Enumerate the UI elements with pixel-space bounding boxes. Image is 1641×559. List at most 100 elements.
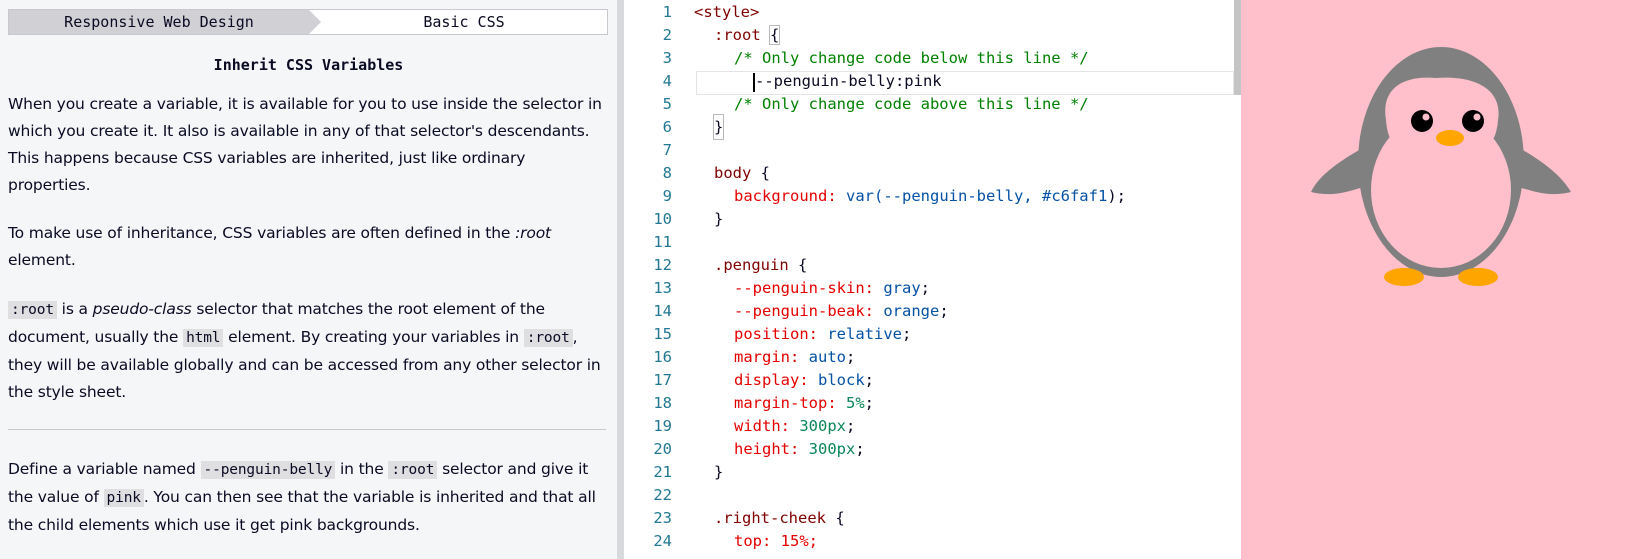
punctuation-token: ); — [1107, 187, 1126, 205]
value-token: relative — [827, 325, 902, 343]
punctuation-token: { — [788, 256, 808, 274]
selector-token: body — [714, 164, 752, 182]
value-token: var(--penguin-belly, — [846, 187, 1033, 205]
line-number: 5 — [662, 95, 672, 113]
preview-pane — [1241, 0, 1641, 559]
code-editor[interactable]: 1 <style> 2 :root { 3 /* Only change code b… — [624, 0, 1234, 559]
code-text: top: 15%; — [734, 532, 818, 550]
code-text: } — [714, 463, 724, 481]
inline-code: :root — [523, 329, 573, 347]
property-token: margin: — [734, 348, 800, 366]
value-token: gray — [883, 279, 921, 297]
code-text: position: relative; — [734, 325, 912, 343]
line-number: 23 — [653, 509, 672, 527]
line-number: 1 — [662, 3, 672, 21]
divider — [8, 429, 606, 430]
code-text: --penguin-skin: gray; — [734, 279, 930, 297]
line-number: 21 — [653, 463, 672, 481]
comment-token: /* Only change code below this line */ — [734, 49, 1089, 67]
line-number: 10 — [653, 210, 672, 228]
code-text: margin-top: 5%; — [734, 394, 875, 412]
line-number: 13 — [653, 279, 672, 297]
line-number: 3 — [662, 49, 672, 67]
code-text: <style> — [694, 3, 760, 21]
line-number: 16 — [653, 348, 672, 366]
emphasis-text: pseudo-class — [92, 300, 192, 318]
line-number: 7 — [662, 141, 672, 159]
line-number: 2 — [662, 26, 672, 44]
code-line: 22 — [624, 483, 1234, 507]
line-number: 20 — [653, 440, 672, 458]
paragraph-text: Define a variable named — [8, 460, 201, 478]
property-token: position: — [734, 325, 818, 343]
paragraph-text: To make use of inheritance, CSS variable… — [8, 224, 516, 242]
bracket-match: { — [768, 25, 781, 45]
line-number: 19 — [653, 417, 672, 435]
code-line: 15 position: relative; — [624, 322, 1234, 346]
value-token: block — [818, 371, 865, 389]
user-code-text[interactable]: --penguin-belly:pink — [755, 69, 942, 93]
code-text: --penguin-beak: orange; — [734, 302, 949, 320]
code-line: 18 margin-top: 5%; — [624, 391, 1234, 415]
line-number: 9 — [662, 187, 672, 205]
line-number: 22 — [653, 486, 672, 504]
value-token: auto — [808, 348, 846, 366]
inline-code: :root — [8, 301, 57, 319]
breadcrumb-module-label: Basic CSS — [423, 13, 505, 31]
pane-resize-handle[interactable] — [617, 0, 624, 559]
code-text: display: block; — [734, 371, 875, 389]
inline-code: pink — [103, 489, 144, 507]
breadcrumb-section-link[interactable]: Responsive Web Design — [9, 10, 321, 34]
code-line: 16 margin: auto; — [624, 345, 1234, 369]
inline-code: :root — [388, 461, 438, 479]
line-number: 18 — [653, 394, 672, 412]
code-text: :root { — [714, 23, 781, 47]
property-token: background: — [734, 187, 837, 205]
penguin-right-foot — [1458, 268, 1498, 286]
code-line: 6} — [624, 114, 1234, 140]
selector-token: :root — [714, 26, 770, 44]
inline-code: --penguin-belly — [200, 461, 336, 479]
penguin-illustration — [1311, 47, 1571, 286]
paragraph-text: in the — [335, 460, 389, 478]
code-line-current: 4 --penguin-belly:pink — [624, 69, 1234, 93]
code-line: 14 --penguin-beak: orange; — [624, 299, 1234, 323]
code-line: 5 /* Only change code above this line */ — [624, 92, 1234, 116]
line-number: 17 — [653, 371, 672, 389]
line-number: 12 — [653, 256, 672, 274]
punctuation-token: { — [825, 509, 845, 527]
code-text: } — [714, 210, 724, 228]
line-number: 14 — [653, 302, 672, 320]
line-number: 15 — [653, 325, 672, 343]
bracket-match: } — [712, 114, 725, 140]
breadcrumb-module-link[interactable]: Basic CSS — [321, 10, 607, 34]
value-token: #c6faf1 — [1041, 187, 1108, 205]
code-line: 20 height: 300px; — [624, 437, 1234, 461]
line-number: 11 — [653, 233, 672, 251]
code-line: 7 — [624, 138, 1234, 162]
code-line: 1 <style> — [624, 0, 1234, 24]
property-token: --penguin-beak: — [734, 302, 874, 320]
penguin-left-eye — [1411, 110, 1433, 132]
property-token: height: — [734, 440, 800, 458]
number-token: 300px — [799, 417, 847, 435]
code-line: 24 top: 15%; — [624, 529, 1234, 553]
paragraph-text: element. — [8, 251, 76, 269]
penguin — [1311, 47, 1571, 286]
code-text: body { — [714, 161, 770, 185]
selector-token: .penguin — [714, 256, 789, 274]
penguin-right-eye — [1462, 110, 1484, 132]
punctuation-token: { — [751, 164, 770, 182]
code-line: 2 :root { — [624, 23, 1234, 47]
description-paragraph: When you create a variable, it is availa… — [8, 95, 602, 194]
task-paragraph: Define a variable named --penguin-belly … — [8, 456, 608, 539]
code-text: margin: auto; — [734, 348, 856, 366]
inline-code: html — [183, 329, 224, 347]
code-text: width: 300px; — [734, 417, 856, 435]
breadcrumb-section-label: Responsive Web Design — [64, 13, 254, 31]
challenge-title: Inherit CSS Variables — [213, 56, 404, 74]
editor-scrollbar[interactable] — [1234, 0, 1241, 95]
code-text: height: 300px; — [734, 440, 865, 458]
breadcrumb: Responsive Web Design Basic CSS — [8, 9, 608, 35]
number-token: 5% — [846, 394, 865, 412]
